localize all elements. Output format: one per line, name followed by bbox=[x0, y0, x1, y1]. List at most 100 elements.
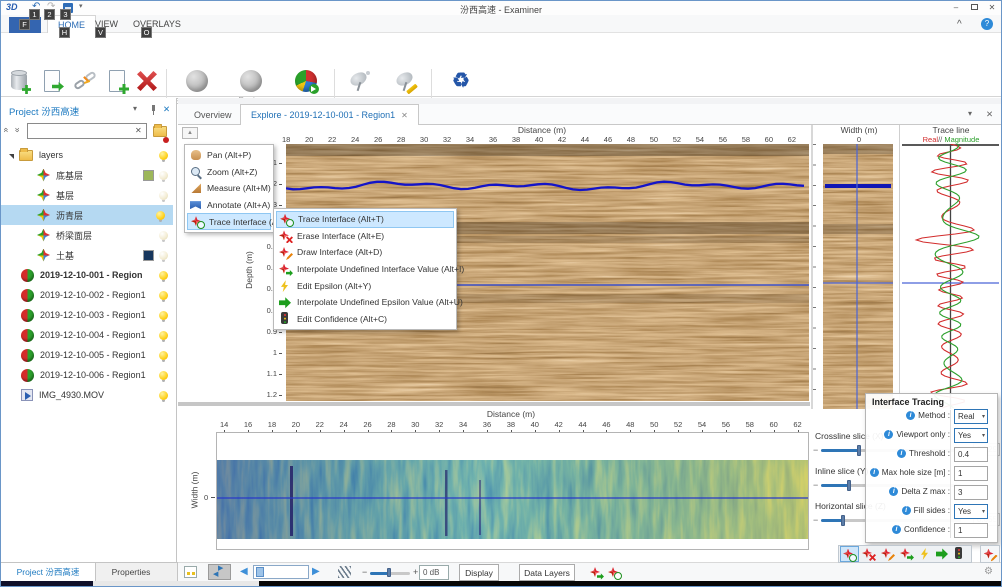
submenu-trace-interface[interactable]: Trace Interface (Alt+T) bbox=[276, 211, 454, 228]
panel-menu-icon[interactable]: ▾ bbox=[968, 109, 972, 118]
tool-erase[interactable] bbox=[862, 547, 875, 565]
confidence-input[interactable]: 1 bbox=[954, 523, 988, 538]
tab-view[interactable]: VIEW bbox=[85, 15, 128, 33]
fill-sides-dropdown[interactable]: Yes▾ bbox=[954, 504, 988, 519]
info-icon[interactable]: i bbox=[889, 487, 898, 496]
trace-plot[interactable] bbox=[902, 144, 999, 409]
info-icon[interactable]: i bbox=[892, 525, 901, 534]
tree-item-layer[interactable]: 桥梁面层 bbox=[1, 225, 176, 245]
submenu-interpolate-epsilon[interactable]: Interpolate Undefined Epsilon Value (Alt… bbox=[276, 294, 454, 311]
viewport-only-dropdown[interactable]: Yes▾ bbox=[954, 428, 988, 443]
tab-project[interactable]: Project 汾西高速 bbox=[1, 563, 96, 582]
display-button[interactable]: Display bbox=[459, 564, 499, 581]
visibility-bulb[interactable] bbox=[159, 391, 168, 400]
visibility-bulb[interactable] bbox=[159, 351, 168, 360]
submenu-interpolate-interface[interactable]: Interpolate Undefined Interface Value (A… bbox=[276, 261, 454, 278]
swap-views-button[interactable]: ▶ ◀ bbox=[208, 564, 231, 580]
tab-explore[interactable]: Explore - 2019-12-10-001 - Region1✕ bbox=[240, 104, 419, 125]
visibility-bulb[interactable] bbox=[159, 191, 168, 200]
tab-overlays[interactable]: OVERLAYS bbox=[123, 15, 191, 33]
panel-close-icon[interactable]: ✕ bbox=[986, 109, 993, 120]
close-button[interactable]: ✕ bbox=[985, 2, 999, 14]
v-splitter2[interactable] bbox=[899, 125, 900, 409]
pin-icon[interactable] bbox=[150, 105, 157, 115]
collapse-all-icon[interactable]: « bbox=[2, 127, 12, 132]
tree-item-layer[interactable]: 土基 bbox=[1, 245, 176, 265]
sidebar-close-icon[interactable]: ✕ bbox=[163, 104, 170, 115]
tool-trace-selected[interactable] bbox=[840, 546, 859, 562]
submenu-erase-interface[interactable]: Erase Interface (Alt+E) bbox=[276, 228, 454, 245]
tree-item-layer-selected[interactable]: 沥青层 bbox=[1, 205, 173, 225]
menu-item-annotate[interactable]: Annotate (Alt+A) bbox=[187, 197, 271, 214]
settings-gear-icon[interactable]: ⚙ bbox=[984, 566, 993, 577]
submenu-edit-confidence[interactable]: Edit Confidence (Alt+C) bbox=[276, 311, 454, 328]
visibility-bulb[interactable] bbox=[159, 231, 168, 240]
tool-interpolate[interactable] bbox=[900, 547, 913, 565]
filter-folder-icon[interactable] bbox=[153, 124, 167, 142]
visibility-bulb[interactable] bbox=[159, 311, 168, 320]
horizontal-slider-handle[interactable] bbox=[841, 515, 845, 526]
info-icon[interactable]: i bbox=[902, 506, 911, 515]
slider-minus[interactable]: − bbox=[813, 480, 818, 490]
tree-item-layers[interactable]: layers bbox=[1, 145, 176, 165]
sidebar-menu-icon[interactable]: ▾ bbox=[133, 104, 137, 113]
tree-item-layer[interactable]: 底基层 bbox=[1, 165, 176, 185]
visibility-bulb[interactable] bbox=[159, 331, 168, 340]
collapse-ribbon-icon[interactable]: ^ bbox=[957, 19, 962, 30]
visibility-bulb[interactable] bbox=[159, 271, 168, 280]
tab-properties[interactable]: Properties bbox=[96, 563, 166, 582]
gain-plus[interactable]: + bbox=[413, 567, 418, 577]
minimize-button[interactable]: – bbox=[949, 2, 963, 14]
heatmap-slice[interactable] bbox=[217, 460, 808, 539]
tool-interp-epsilon[interactable] bbox=[936, 547, 949, 565]
delta-z-max-input[interactable]: 3 bbox=[954, 485, 988, 500]
search-input[interactable] bbox=[27, 123, 147, 139]
tab-close-icon[interactable]: ✕ bbox=[401, 111, 408, 120]
gain-minus[interactable]: − bbox=[362, 567, 367, 577]
tool-trace-alt[interactable] bbox=[980, 545, 1000, 563]
tree-item-dataset[interactable]: 2019-12-10-006 - Region1 bbox=[1, 365, 176, 385]
method-dropdown[interactable]: Real▾ bbox=[954, 409, 988, 424]
display-options-icon[interactable] bbox=[184, 566, 197, 578]
info-icon[interactable]: i bbox=[884, 430, 893, 439]
expand-all-icon[interactable]: « bbox=[12, 127, 22, 132]
tree-item-dataset[interactable]: 2019-12-10-003 - Region1 bbox=[1, 305, 176, 325]
data-layers-button[interactable]: Data Layers bbox=[519, 564, 575, 581]
threshold-input[interactable]: 0.4 bbox=[954, 447, 988, 462]
db-value-box[interactable]: 0 dB bbox=[419, 565, 449, 580]
menu-item-trace-interface[interactable]: Trace Interface (Alt+T) bbox=[187, 213, 271, 230]
h-splitter[interactable] bbox=[178, 402, 810, 406]
tree-item-video[interactable]: IMG_4930.MOV bbox=[1, 385, 176, 405]
slider-minus[interactable]: − bbox=[813, 515, 818, 525]
search-clear-icon[interactable]: ✕ bbox=[135, 126, 142, 135]
tree-item-dataset[interactable]: 2019-12-10-005 - Region1 bbox=[1, 345, 176, 365]
scroll-right-icon[interactable]: ▶ bbox=[312, 566, 320, 577]
visibility-bulb[interactable] bbox=[159, 371, 168, 380]
submenu-draw-interface[interactable]: Draw Interface (Alt+D) bbox=[276, 244, 454, 261]
tree-item-dataset[interactable]: 2019-12-10-001 - Region bbox=[1, 265, 176, 285]
tool-edit-epsilon[interactable] bbox=[919, 547, 932, 565]
tree-item-dataset[interactable]: 2019-12-10-002 - Region1 bbox=[1, 285, 176, 305]
info-icon[interactable]: i bbox=[897, 449, 906, 458]
menu-item-pan[interactable]: Pan (Alt+P) bbox=[187, 147, 271, 164]
layer-color-chip[interactable] bbox=[143, 170, 154, 181]
visibility-bulb[interactable] bbox=[156, 211, 165, 220]
trace-scrollbar[interactable] bbox=[253, 565, 309, 579]
visibility-bulb[interactable] bbox=[159, 251, 168, 260]
gain-slider-handle[interactable] bbox=[387, 568, 391, 577]
tool-edit-confidence[interactable] bbox=[953, 547, 966, 565]
crossline-slider-handle[interactable] bbox=[857, 445, 861, 456]
tree-item-dataset[interactable]: 2019-12-10-004 - Region1 bbox=[1, 325, 176, 345]
tool-draw[interactable] bbox=[881, 547, 894, 565]
visibility-bulb[interactable] bbox=[159, 171, 168, 180]
submenu-edit-epsilon[interactable]: Edit Epsilon (Alt+Y) bbox=[276, 277, 454, 294]
tab-overview[interactable]: Overview bbox=[182, 106, 244, 125]
info-icon[interactable]: i bbox=[870, 468, 879, 477]
collapse-toolbar-button[interactable]: ▲ bbox=[182, 127, 198, 139]
max-hole-size-input[interactable]: 1 bbox=[954, 466, 988, 481]
expander-icon[interactable] bbox=[9, 154, 14, 159]
gain-icon[interactable] bbox=[338, 566, 351, 578]
crossline-slice[interactable] bbox=[823, 144, 893, 409]
visibility-bulb[interactable] bbox=[159, 291, 168, 300]
inline-slider-handle[interactable] bbox=[847, 480, 851, 491]
